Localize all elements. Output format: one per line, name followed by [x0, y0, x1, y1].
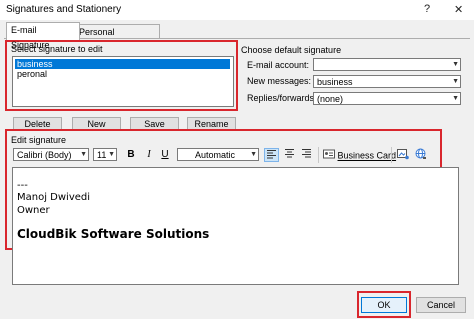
font-value: Calibri (Body) [17, 150, 72, 160]
edit-signature-label: Edit signature [11, 135, 67, 145]
insert-picture-icon[interactable] [395, 148, 411, 162]
font-select[interactable]: Calibri (Body) ▼ [13, 148, 89, 161]
business-card-icon [323, 149, 335, 163]
chevron-down-icon: ▼ [250, 151, 257, 158]
business-card-button[interactable]: Business Card [323, 148, 396, 162]
ok-button[interactable]: OK [361, 297, 407, 313]
font-color-select[interactable]: Automatic ▼ [177, 148, 259, 161]
list-item[interactable]: business [15, 59, 230, 69]
signature-editor[interactable] [12, 167, 459, 285]
signature-line-title: Owner [17, 205, 50, 216]
align-right-icon[interactable] [299, 148, 314, 162]
email-account-select[interactable]: ▼ [313, 58, 461, 71]
new-messages-select[interactable]: business ▼ [313, 75, 461, 88]
tab-email-signature-label: E-mail Signature [11, 25, 50, 50]
insert-hyperlink-icon[interactable] [413, 148, 429, 162]
underline-button[interactable]: U [158, 148, 172, 162]
font-size-value: 11 [97, 150, 107, 160]
help-icon[interactable]: ? [424, 3, 430, 15]
close-icon[interactable]: ✕ [454, 3, 463, 16]
replies-select[interactable]: (none) ▼ [313, 92, 461, 105]
chevron-down-icon: ▼ [452, 78, 459, 85]
align-left-icon[interactable] [264, 148, 279, 162]
toolbar-divider [391, 147, 392, 163]
replies-value: (none) [317, 94, 344, 104]
tab-email-signature[interactable]: E-mail Signature [6, 22, 80, 50]
bold-button[interactable]: B [124, 148, 138, 162]
signature-line-dashes: --- [17, 180, 28, 191]
align-center-icon[interactable] [282, 148, 297, 162]
business-card-label: Business Card [337, 150, 397, 161]
chevron-down-icon: ▼ [80, 151, 87, 158]
font-size-select[interactable]: 11 ▼ [93, 148, 117, 161]
email-account-label: E-mail account: [247, 60, 310, 70]
new-messages-value: business [317, 77, 353, 87]
chevron-down-icon: ▼ [452, 61, 459, 68]
font-color-value: Automatic [195, 150, 236, 160]
chevron-down-icon: ▼ [452, 95, 459, 102]
list-item[interactable]: peronal [15, 69, 230, 79]
default-signature-label: Choose default signature [241, 45, 342, 55]
toolbar-divider [318, 147, 319, 163]
italic-button[interactable]: I [142, 148, 156, 162]
signature-list[interactable]: business peronal [12, 56, 234, 107]
chevron-down-icon: ▼ [108, 151, 115, 158]
cancel-button[interactable]: Cancel [416, 297, 466, 313]
window-title: Signatures and Stationery [6, 4, 122, 15]
replies-label: Replies/forwards: [247, 93, 317, 103]
new-messages-label: New messages: [247, 76, 312, 86]
signature-line-name: Manoj Dwivedi [17, 192, 91, 203]
signature-line-company: CloudBik Software Solutions [17, 227, 210, 241]
